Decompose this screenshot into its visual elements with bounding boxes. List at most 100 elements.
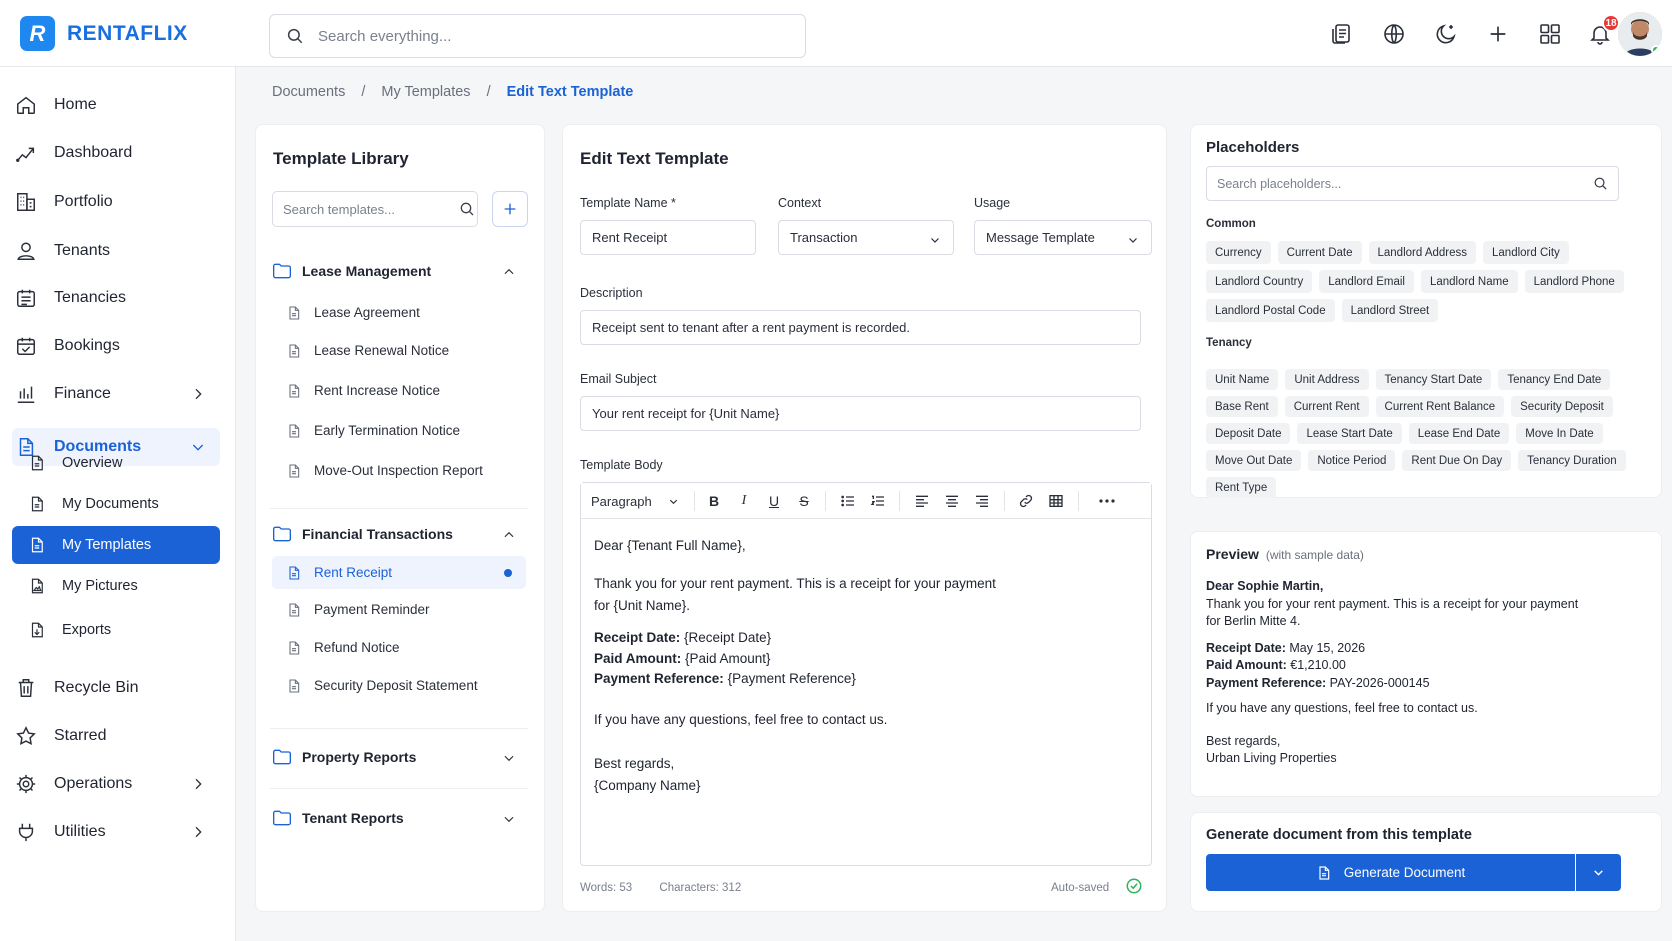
placeholder-chip[interactable]: Lease End Date	[1408, 423, 1510, 444]
sidebar-item-operations[interactable]: Operations	[12, 765, 220, 803]
bell-icon[interactable]: 18	[1582, 14, 1620, 52]
template-item[interactable]: Early Termination Notice	[272, 414, 526, 447]
template-item[interactable]: Security Deposit Statement	[272, 669, 526, 702]
placeholder-search-input[interactable]	[1217, 176, 1593, 191]
sidebar-sub-my-pictures[interactable]: My Pictures	[12, 567, 220, 605]
placeholder-chip[interactable]: Landlord Street	[1341, 299, 1439, 322]
folder-tenant-reports[interactable]: Tenant Reports	[272, 803, 526, 833]
placeholder-chip[interactable]: Tenancy End Date	[1498, 369, 1611, 390]
sidebar-item-portfolio[interactable]: Portfolio	[12, 183, 220, 221]
placeholder-chip[interactable]: Deposit Date	[1206, 423, 1291, 444]
template-item[interactable]: Refund Notice	[272, 631, 526, 664]
template-name-input[interactable]	[592, 230, 744, 245]
placeholder-chip[interactable]: Current Rent	[1284, 396, 1369, 417]
template-item[interactable]: Payment Reminder	[272, 593, 526, 626]
email-subject-field[interactable]	[580, 396, 1141, 431]
table-button[interactable]	[1047, 492, 1065, 510]
placeholder-chip[interactable]: Notice Period	[1308, 450, 1396, 471]
bold-button[interactable]: B	[705, 492, 723, 510]
context-select[interactable]: Transaction	[778, 220, 954, 255]
usage-select[interactable]: Message Template	[974, 220, 1152, 255]
template-name-field[interactable]	[580, 220, 756, 255]
folder-property-reports[interactable]: Property Reports	[272, 742, 526, 772]
placeholder-chip[interactable]: Move Out Date	[1206, 450, 1302, 471]
italic-button[interactable]: I	[735, 492, 753, 510]
template-item[interactable]: Lease Agreement	[272, 296, 526, 329]
template-item[interactable]: Rent Increase Notice	[272, 374, 526, 407]
placeholder-chip[interactable]: Rent Type	[1206, 477, 1277, 498]
placeholder-chip[interactable]: Security Deposit	[1511, 396, 1613, 417]
sidebar-sub-my-templates[interactable]: My Templates	[12, 526, 220, 564]
sidebar-sub-exports[interactable]: Exports	[12, 611, 220, 649]
search-input[interactable]	[318, 27, 789, 45]
placeholder-chip[interactable]: Unit Name	[1206, 369, 1279, 390]
placeholder-chip[interactable]: Lease Start Date	[1297, 423, 1402, 444]
sidebar-item-recycle-bin[interactable]: Recycle Bin	[12, 669, 220, 707]
placeholder-chip[interactable]: Landlord Name	[1420, 270, 1518, 293]
sidebar-item-starred[interactable]: Starred	[12, 717, 220, 755]
placeholder-chip[interactable]: Landlord Address	[1368, 241, 1477, 264]
global-search[interactable]	[269, 14, 806, 58]
placeholder-chip[interactable]: Currency	[1206, 241, 1271, 264]
placeholder-chip[interactable]: Tenancy Start Date	[1375, 369, 1492, 390]
placeholder-chip[interactable]: Unit Address	[1285, 369, 1369, 390]
template-item[interactable]: Move-Out Inspection Report	[272, 454, 526, 487]
chevron-down-icon[interactable]	[502, 751, 516, 765]
folder-financial-transactions[interactable]: Financial Transactions	[272, 519, 526, 549]
placeholder-chip[interactable]: Tenancy Duration	[1518, 450, 1626, 471]
numbered-list-button[interactable]	[869, 492, 887, 510]
sidebar-item-utilities[interactable]: Utilities	[12, 813, 220, 851]
rich-text-editor[interactable]: Paragraph B I U S Dear {Tenant Full Name…	[580, 482, 1152, 866]
placeholder-chip[interactable]: Current Rent Balance	[1375, 396, 1505, 417]
sidebar-item-home[interactable]: Home	[12, 86, 220, 124]
bullet-list-button[interactable]	[839, 492, 857, 510]
align-left-button[interactable]	[913, 492, 931, 510]
globe-icon[interactable]	[1376, 16, 1412, 52]
moon-icon[interactable]	[1428, 16, 1464, 52]
placeholder-chip[interactable]: Current Date	[1277, 241, 1362, 264]
placeholder-chip[interactable]: Landlord Phone	[1524, 270, 1624, 293]
plus-icon[interactable]	[1480, 16, 1516, 52]
placeholder-chip[interactable]: Rent Due On Day	[1402, 450, 1512, 471]
grid-icon[interactable]	[1532, 16, 1568, 52]
align-right-button[interactable]	[973, 492, 991, 510]
align-center-button[interactable]	[943, 492, 961, 510]
placeholder-chip[interactable]: Base Rent	[1206, 396, 1278, 417]
breadcrumb-documents[interactable]: Documents	[272, 84, 345, 100]
placeholder-chip[interactable]: Move In Date	[1516, 423, 1603, 444]
template-search-input[interactable]	[283, 201, 459, 217]
sidebar-item-dashboard[interactable]: Dashboard	[12, 134, 220, 172]
template-item-selected[interactable]: Rent Receipt	[272, 556, 526, 589]
editor-content[interactable]: Dear {Tenant Full Name}, Thank you for y…	[594, 535, 1134, 797]
placeholder-chip[interactable]: Landlord Country	[1206, 270, 1313, 293]
generate-options-button[interactable]	[1576, 854, 1621, 891]
sidebar-sub-overview[interactable]: Overview	[12, 444, 220, 482]
email-subject-input[interactable]	[592, 406, 1129, 421]
template-search[interactable]	[272, 191, 478, 227]
sidebar-item-tenants[interactable]: Tenants	[12, 232, 220, 270]
placeholder-chip[interactable]: Landlord Postal Code	[1206, 299, 1335, 322]
placeholder-chip[interactable]: Landlord Email	[1319, 270, 1414, 293]
logo[interactable]: R RENTAFLIX	[20, 16, 188, 51]
underline-button[interactable]: U	[765, 492, 783, 510]
generate-document-button[interactable]: Generate Document	[1206, 854, 1575, 891]
folder-lease-management[interactable]: Lease Management	[272, 256, 526, 286]
sidebar-item-finance[interactable]: Finance	[12, 375, 220, 413]
chevron-down-icon[interactable]	[502, 812, 516, 826]
add-template-button[interactable]	[492, 191, 528, 227]
more-options-button[interactable]	[1095, 492, 1119, 510]
placeholder-search[interactable]	[1206, 166, 1619, 201]
strikethrough-button[interactable]: S	[795, 492, 813, 510]
link-button[interactable]	[1017, 492, 1035, 510]
breadcrumb-my-templates[interactable]: My Templates	[381, 84, 470, 100]
description-field[interactable]	[580, 310, 1141, 345]
chevron-up-icon[interactable]	[502, 265, 516, 279]
avatar[interactable]	[1618, 12, 1662, 56]
sidebar-sub-my-documents[interactable]: My Documents	[12, 485, 220, 523]
placeholder-chip[interactable]: Landlord City	[1483, 241, 1569, 264]
template-item[interactable]: Lease Renewal Notice	[272, 334, 526, 367]
paragraph-style-select[interactable]: Paragraph	[591, 492, 687, 510]
document-icon[interactable]	[1324, 16, 1360, 52]
description-input[interactable]	[592, 320, 1129, 335]
sidebar-item-bookings[interactable]: Bookings	[12, 327, 220, 365]
